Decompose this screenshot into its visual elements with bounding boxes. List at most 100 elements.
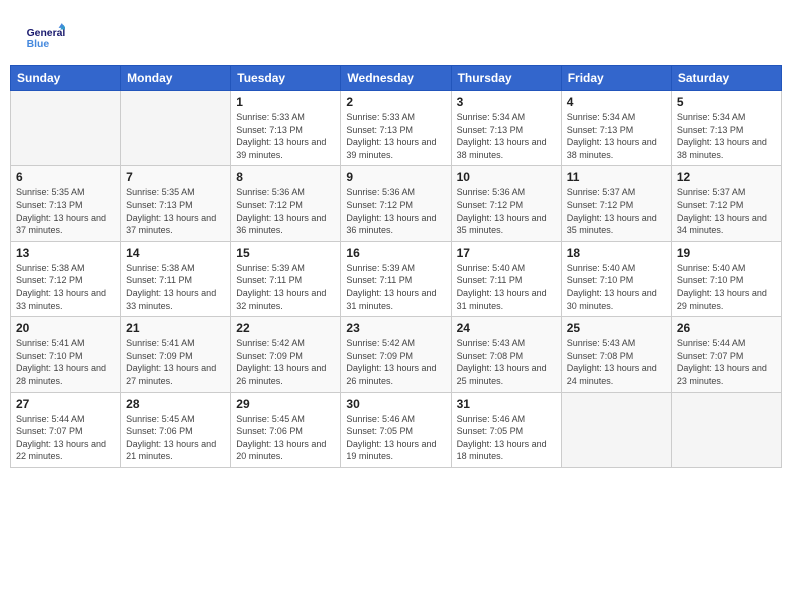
calendar-cell: 30 Sunrise: 5:46 AMSunset: 7:05 PMDayligh… — [341, 392, 451, 467]
day-number: 10 — [457, 170, 556, 184]
calendar-cell: 10 Sunrise: 5:36 AMSunset: 7:12 PMDayligh… — [451, 166, 561, 241]
day-number: 29 — [236, 397, 335, 411]
day-info: Sunrise: 5:38 AMSunset: 7:12 PMDaylight:… — [16, 262, 115, 312]
day-info: Sunrise: 5:36 AMSunset: 7:12 PMDaylight:… — [457, 186, 556, 236]
calendar-cell: 18 Sunrise: 5:40 AMSunset: 7:10 PMDayligh… — [561, 241, 671, 316]
calendar-cell: 5 Sunrise: 5:34 AMSunset: 7:13 PMDaylight… — [671, 91, 781, 166]
day-info: Sunrise: 5:38 AMSunset: 7:11 PMDaylight:… — [126, 262, 225, 312]
calendar-cell: 24 Sunrise: 5:43 AMSunset: 7:08 PMDayligh… — [451, 317, 561, 392]
calendar-cell: 23 Sunrise: 5:42 AMSunset: 7:09 PMDayligh… — [341, 317, 451, 392]
svg-text:Blue: Blue — [27, 39, 50, 50]
calendar-cell: 31 Sunrise: 5:46 AMSunset: 7:05 PMDayligh… — [451, 392, 561, 467]
day-info: Sunrise: 5:33 AMSunset: 7:13 PMDaylight:… — [236, 111, 335, 161]
day-info: Sunrise: 5:46 AMSunset: 7:05 PMDaylight:… — [346, 413, 445, 463]
day-info: Sunrise: 5:44 AMSunset: 7:07 PMDaylight:… — [16, 413, 115, 463]
page-header: General Blue — [10, 10, 782, 60]
day-info: Sunrise: 5:41 AMSunset: 7:10 PMDaylight:… — [16, 337, 115, 387]
day-info: Sunrise: 5:46 AMSunset: 7:05 PMDaylight:… — [457, 413, 556, 463]
day-number: 6 — [16, 170, 115, 184]
calendar-cell — [671, 392, 781, 467]
day-info: Sunrise: 5:42 AMSunset: 7:09 PMDaylight:… — [346, 337, 445, 387]
day-info: Sunrise: 5:39 AMSunset: 7:11 PMDaylight:… — [236, 262, 335, 312]
day-info: Sunrise: 5:40 AMSunset: 7:10 PMDaylight:… — [567, 262, 666, 312]
day-info: Sunrise: 5:42 AMSunset: 7:09 PMDaylight:… — [236, 337, 335, 387]
day-number: 5 — [677, 95, 776, 109]
day-number: 15 — [236, 246, 335, 260]
day-info: Sunrise: 5:41 AMSunset: 7:09 PMDaylight:… — [126, 337, 225, 387]
day-info: Sunrise: 5:40 AMSunset: 7:10 PMDaylight:… — [677, 262, 776, 312]
weekday-header: Tuesday — [231, 66, 341, 91]
calendar-cell: 4 Sunrise: 5:34 AMSunset: 7:13 PMDaylight… — [561, 91, 671, 166]
day-info: Sunrise: 5:36 AMSunset: 7:12 PMDaylight:… — [236, 186, 335, 236]
day-info: Sunrise: 5:37 AMSunset: 7:12 PMDaylight:… — [677, 186, 776, 236]
calendar-cell: 8 Sunrise: 5:36 AMSunset: 7:12 PMDaylight… — [231, 166, 341, 241]
calendar-cell: 13 Sunrise: 5:38 AMSunset: 7:12 PMDayligh… — [11, 241, 121, 316]
day-info: Sunrise: 5:35 AMSunset: 7:13 PMDaylight:… — [16, 186, 115, 236]
day-number: 2 — [346, 95, 445, 109]
day-number: 26 — [677, 321, 776, 335]
calendar-week-row: 1Sunrise: 5:33 AMSunset: 7:13 PMDaylight… — [11, 91, 782, 166]
calendar-cell: 11Sunrise: 5:37 AMSunset: 7:12 PMDayligh… — [561, 166, 671, 241]
day-info: Sunrise: 5:35 AMSunset: 7:13 PMDaylight:… — [126, 186, 225, 236]
day-info: Sunrise: 5:40 AMSunset: 7:11 PMDaylight:… — [457, 262, 556, 312]
calendar-cell: 12 Sunrise: 5:37 AMSunset: 7:12 PMDayligh… — [671, 166, 781, 241]
weekday-header: Wednesday — [341, 66, 451, 91]
day-info: Sunrise: 5:34 AMSunset: 7:13 PMDaylight:… — [457, 111, 556, 161]
day-number: 31 — [457, 397, 556, 411]
weekday-header-row: SundayMondayTuesdayWednesdayThursdayFrid… — [11, 66, 782, 91]
day-number: 24 — [457, 321, 556, 335]
calendar-cell: 15 Sunrise: 5:39 AMSunset: 7:11 PMDayligh… — [231, 241, 341, 316]
day-number: 28 — [126, 397, 225, 411]
calendar-week-row: 27Sunrise: 5:44 AMSunset: 7:07 PMDayligh… — [11, 392, 782, 467]
day-info: Sunrise: 5:43 AMSunset: 7:08 PMDaylight:… — [567, 337, 666, 387]
calendar-cell: 14Sunrise: 5:38 AMSunset: 7:11 PMDayligh… — [121, 241, 231, 316]
day-info: Sunrise: 5:33 AMSunset: 7:13 PMDaylight:… — [346, 111, 445, 161]
calendar-cell: 20 Sunrise: 5:41 AMSunset: 7:10 PMDayligh… — [11, 317, 121, 392]
logo-icon: General Blue — [25, 20, 65, 55]
day-number: 23 — [346, 321, 445, 335]
day-info: Sunrise: 5:34 AMSunset: 7:13 PMDaylight:… — [677, 111, 776, 161]
day-number: 12 — [677, 170, 776, 184]
weekday-header: Thursday — [451, 66, 561, 91]
day-number: 16 — [346, 246, 445, 260]
calendar-cell: 19 Sunrise: 5:40 AMSunset: 7:10 PMDayligh… — [671, 241, 781, 316]
day-number: 20 — [16, 321, 115, 335]
calendar-cell: 17 Sunrise: 5:40 AMSunset: 7:11 PMDayligh… — [451, 241, 561, 316]
day-number: 8 — [236, 170, 335, 184]
day-number: 13 — [16, 246, 115, 260]
calendar-cell — [11, 91, 121, 166]
weekday-header: Monday — [121, 66, 231, 91]
day-number: 3 — [457, 95, 556, 109]
calendar-cell: 9Sunrise: 5:36 AMSunset: 7:12 PMDaylight… — [341, 166, 451, 241]
day-number: 7 — [126, 170, 225, 184]
logo: General Blue — [25, 20, 65, 55]
calendar-cell: 3 Sunrise: 5:34 AMSunset: 7:13 PMDaylight… — [451, 91, 561, 166]
day-number: 19 — [677, 246, 776, 260]
day-info: Sunrise: 5:45 AMSunset: 7:06 PMDaylight:… — [236, 413, 335, 463]
day-number: 17 — [457, 246, 556, 260]
day-info: Sunrise: 5:43 AMSunset: 7:08 PMDaylight:… — [457, 337, 556, 387]
calendar-cell: 27Sunrise: 5:44 AMSunset: 7:07 PMDayligh… — [11, 392, 121, 467]
calendar-cell: 7 Sunrise: 5:35 AMSunset: 7:13 PMDaylight… — [121, 166, 231, 241]
calendar-cell: 1Sunrise: 5:33 AMSunset: 7:13 PMDaylight… — [231, 91, 341, 166]
svg-text:General: General — [27, 28, 65, 39]
calendar-week-row: 13 Sunrise: 5:38 AMSunset: 7:12 PMDayligh… — [11, 241, 782, 316]
calendar-cell: 6 Sunrise: 5:35 AMSunset: 7:13 PMDaylight… — [11, 166, 121, 241]
day-number: 18 — [567, 246, 666, 260]
day-number: 4 — [567, 95, 666, 109]
day-info: Sunrise: 5:45 AMSunset: 7:06 PMDaylight:… — [126, 413, 225, 463]
calendar-cell: 28 Sunrise: 5:45 AMSunset: 7:06 PMDayligh… — [121, 392, 231, 467]
calendar-cell: 2 Sunrise: 5:33 AMSunset: 7:13 PMDaylight… — [341, 91, 451, 166]
weekday-header: Sunday — [11, 66, 121, 91]
calendar-cell: 29 Sunrise: 5:45 AMSunset: 7:06 PMDayligh… — [231, 392, 341, 467]
calendar-cell — [121, 91, 231, 166]
weekday-header: Friday — [561, 66, 671, 91]
day-info: Sunrise: 5:39 AMSunset: 7:11 PMDaylight:… — [346, 262, 445, 312]
calendar-cell — [561, 392, 671, 467]
day-info: Sunrise: 5:34 AMSunset: 7:13 PMDaylight:… — [567, 111, 666, 161]
day-info: Sunrise: 5:36 AMSunset: 7:12 PMDaylight:… — [346, 186, 445, 236]
day-info: Sunrise: 5:44 AMSunset: 7:07 PMDaylight:… — [677, 337, 776, 387]
day-number: 21 — [126, 321, 225, 335]
calendar-cell: 16 Sunrise: 5:39 AMSunset: 7:11 PMDayligh… — [341, 241, 451, 316]
day-number: 30 — [346, 397, 445, 411]
